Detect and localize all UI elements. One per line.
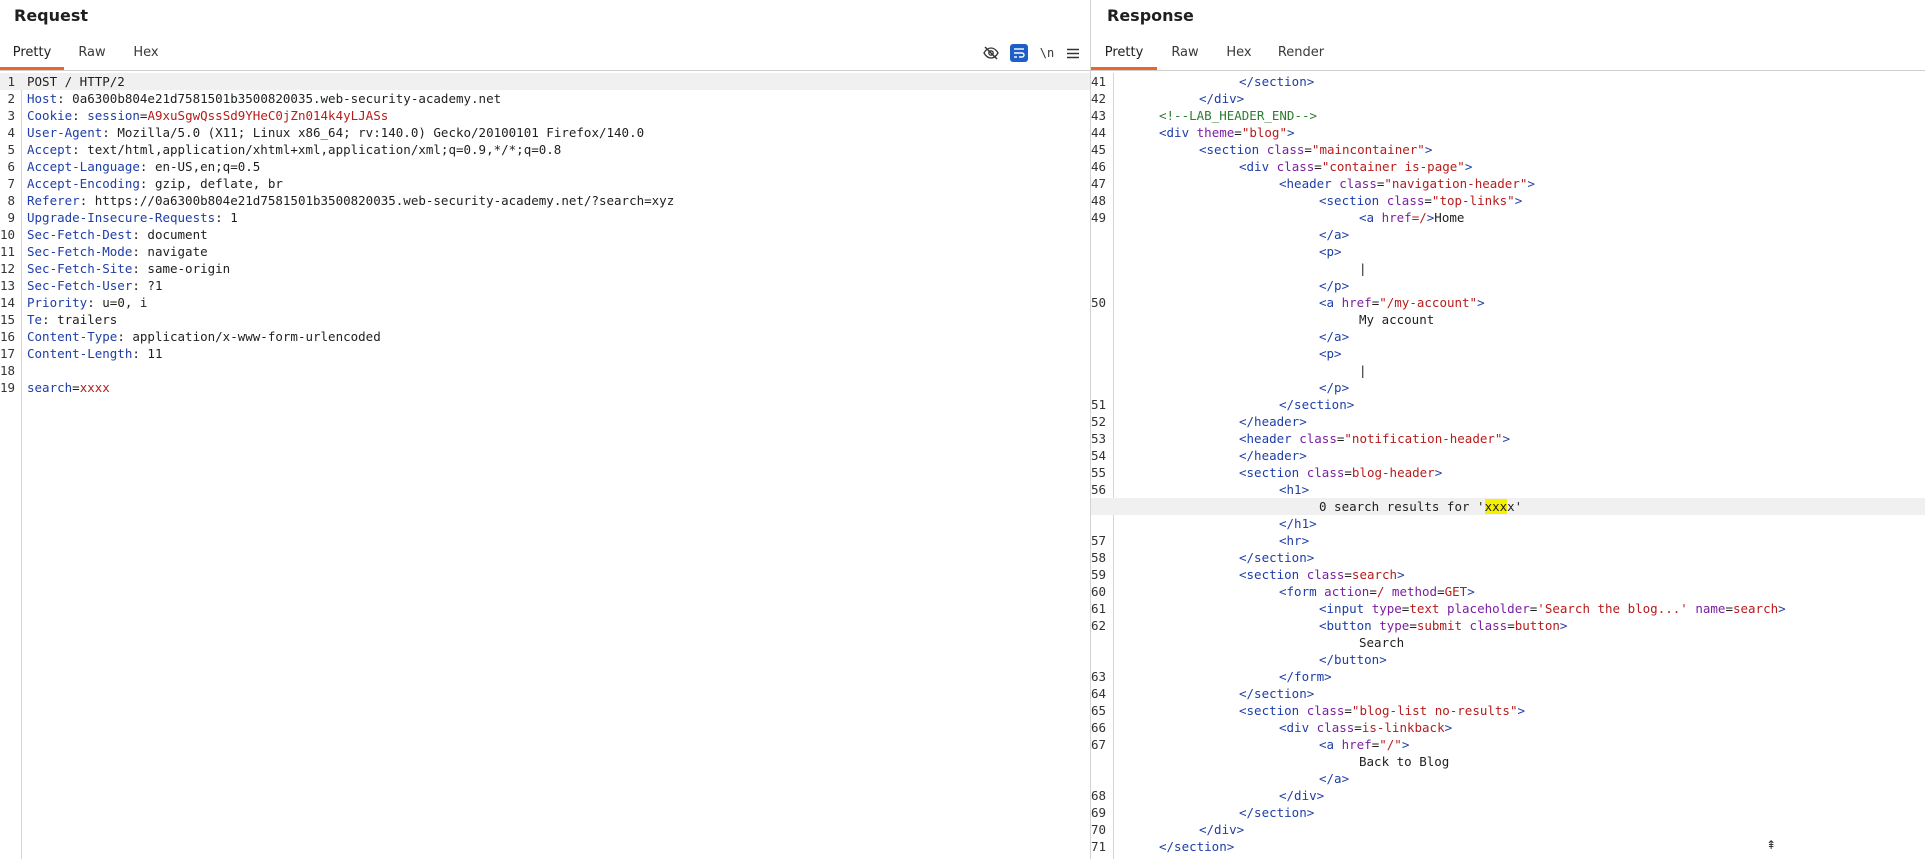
code-row[interactable]: 57 <hr>: [1091, 532, 1925, 549]
code-row[interactable]: 53 <header class="notification-header">: [1091, 430, 1925, 447]
code-row[interactable]: 41 </section>: [1091, 73, 1925, 90]
response-tab-hex[interactable]: Hex: [1217, 38, 1261, 69]
code-row[interactable]: </h1>: [1091, 515, 1925, 532]
header-row[interactable]: 7 Accept-Encoding: gzip, deflate, br: [0, 175, 1090, 192]
request-tab-hex[interactable]: Hex: [124, 38, 168, 69]
code-row[interactable]: 70 </div>: [1091, 821, 1925, 838]
code-row[interactable]: 59 <section class=search>: [1091, 566, 1925, 583]
header-row[interactable]: 15 Te: trailers: [0, 311, 1090, 328]
code-row[interactable]: </p>: [1091, 379, 1925, 396]
header-row[interactable]: 16 Content-Type: application/x-www-form-u…: [0, 328, 1090, 345]
request-line-text: POST / HTTP/2: [27, 74, 125, 89]
code-row[interactable]: 58 </section>: [1091, 549, 1925, 566]
response-editor[interactable]: 41 </section> 42 </div> 43 <!--LAB_HEADER_E…: [1091, 73, 1925, 859]
code-row[interactable]: 51 </section>: [1091, 396, 1925, 413]
code-row[interactable]: Search: [1091, 634, 1925, 651]
request-line[interactable]: 1 POST / HTTP/2: [0, 73, 1090, 90]
code-row[interactable]: </a>: [1091, 770, 1925, 787]
newline-toggle[interactable]: \n: [1037, 43, 1057, 63]
code-row[interactable]: 61 <input type=text placeholder='Search t…: [1091, 600, 1925, 617]
search-term-highlight: xxx: [1484, 499, 1508, 514]
code-row[interactable]: 63 </form>: [1091, 668, 1925, 685]
response-tabbar: Pretty Raw Hex Render: [1091, 38, 1925, 71]
body-row[interactable]: 19 search=xxxx: [0, 379, 1090, 396]
blank-row[interactable]: 18: [0, 362, 1090, 379]
header-row[interactable]: 9 Upgrade-Insecure-Requests: 1: [0, 209, 1090, 226]
response-tab-render[interactable]: Render: [1271, 38, 1331, 69]
code-row[interactable]: 55 <section class=blog-header>: [1091, 464, 1925, 481]
header-row[interactable]: 6 Accept-Language: en-US,en;q=0.5: [0, 158, 1090, 175]
code-row[interactable]: 56 <h1>: [1091, 481, 1925, 498]
header-row[interactable]: 12 Sec-Fetch-Site: same-origin: [0, 260, 1090, 277]
code-row[interactable]: 44 <div theme="blog">: [1091, 124, 1925, 141]
request-tab-pretty[interactable]: Pretty: [0, 38, 64, 70]
code-row[interactable]: 52 </header>: [1091, 413, 1925, 430]
code-row[interactable]: 50 <a href="/my-account">: [1091, 294, 1925, 311]
request-title: Request: [14, 6, 89, 25]
eye-slash-icon[interactable]: [981, 43, 1001, 63]
header-row[interactable]: 13 Sec-Fetch-User: ?1: [0, 277, 1090, 294]
code-row[interactable]: 69 </section>: [1091, 804, 1925, 821]
code-row[interactable]: 60 <form action=/ method=GET>: [1091, 583, 1925, 600]
code-row[interactable]: 46 <div class="container is-page">: [1091, 158, 1925, 175]
code-row[interactable]: My account: [1091, 311, 1925, 328]
header-row[interactable]: 8 Referer: https://0a6300b804e21d7581501b…: [0, 192, 1090, 209]
header-row[interactable]: 14 Priority: u=0, i: [0, 294, 1090, 311]
code-row[interactable]: 45 <section class="maincontainer">: [1091, 141, 1925, 158]
header-row[interactable]: 17 Content-Length: 11: [0, 345, 1090, 362]
response-title: Response: [1107, 6, 1194, 25]
code-row[interactable]: Back to Blog: [1091, 753, 1925, 770]
code-row[interactable]: <p>: [1091, 345, 1925, 362]
header-row[interactable]: 5 Accept: text/html,application/xhtml+xml…: [0, 141, 1090, 158]
code-row[interactable]: 47 <header class="navigation-header">: [1091, 175, 1925, 192]
code-row[interactable]: 42 </div>: [1091, 90, 1925, 107]
code-row[interactable]: 62 <button type=submit class=button>: [1091, 617, 1925, 634]
code-row[interactable]: </a>: [1091, 226, 1925, 243]
request-panel: Request Pretty Raw Hex \n 1 POST / HTTP/2…: [0, 0, 1090, 859]
header-row[interactable]: 10 Sec-Fetch-Dest: document: [0, 226, 1090, 243]
code-row[interactable]: 49 <a href=/>Home: [1091, 209, 1925, 226]
header-row[interactable]: 3 Cookie: session=A9xuSgwQssSd9YHeC0jZn01…: [0, 107, 1090, 124]
code-row[interactable]: 66 <div class=is-linkback>: [1091, 719, 1925, 736]
code-row[interactable]: <p>: [1091, 243, 1925, 260]
mouse-cursor-icon: ⇞: [1766, 838, 1777, 852]
code-row[interactable]: 48 <section class="top-links">: [1091, 192, 1925, 209]
response-panel: Response Pretty Raw Hex Render 41 </secti…: [1091, 0, 1925, 859]
request-editor[interactable]: 1 POST / HTTP/2 2 Host: 0a6300b804e21d7581…: [0, 73, 1090, 859]
code-row[interactable]: 43 <!--LAB_HEADER_END-->: [1091, 107, 1925, 124]
code-row[interactable]: |: [1091, 260, 1925, 277]
wrap-lines-icon[interactable]: [1009, 43, 1029, 63]
request-tab-raw[interactable]: Raw: [72, 38, 112, 69]
code-row[interactable]: </p>: [1091, 277, 1925, 294]
header-row[interactable]: 11 Sec-Fetch-Mode: navigate: [0, 243, 1090, 260]
code-row[interactable]: |: [1091, 362, 1925, 379]
code-row[interactable]: 54 </header>: [1091, 447, 1925, 464]
response-tab-pretty[interactable]: Pretty: [1091, 38, 1157, 70]
code-row[interactable]: </a>: [1091, 328, 1925, 345]
header-row[interactable]: 2 Host: 0a6300b804e21d7581501b3500820035.…: [0, 90, 1090, 107]
request-tabbar: Pretty Raw Hex: [0, 38, 1090, 71]
code-row[interactable]: 71 </section>: [1091, 838, 1925, 855]
code-row[interactable]: 64 </section>: [1091, 685, 1925, 702]
code-row[interactable]: 67 <a href="/">: [1091, 736, 1925, 753]
code-row[interactable]: 65 <section class="blog-list no-results">: [1091, 702, 1925, 719]
search-result-row[interactable]: 0 search results for 'xxxx': [1091, 498, 1925, 515]
code-row[interactable]: </button>: [1091, 651, 1925, 668]
hamburger-menu-icon[interactable]: [1063, 43, 1083, 63]
response-tab-raw[interactable]: Raw: [1165, 38, 1205, 69]
header-row[interactable]: 4 User-Agent: Mozilla/5.0 (X11; Linux x86…: [0, 124, 1090, 141]
code-row[interactable]: 68 </div>: [1091, 787, 1925, 804]
